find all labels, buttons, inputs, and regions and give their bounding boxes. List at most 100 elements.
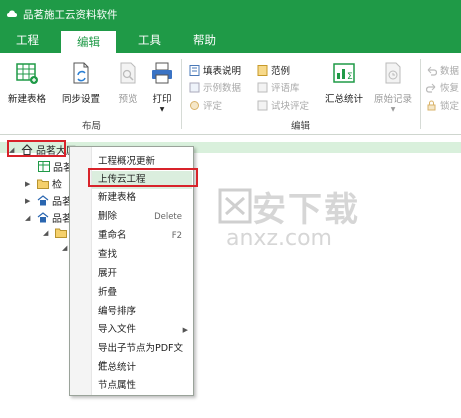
new-table-label: 新建表格 xyxy=(8,94,47,105)
window-title: 品茗施工云资料软件 xyxy=(23,8,118,21)
tree-node[interactable]: ▶ 品茗 xyxy=(25,193,72,208)
menu-shortcut: Delete xyxy=(154,212,182,222)
title-bar: 品茗施工云资料软件 xyxy=(0,0,461,28)
cloud-logo-icon xyxy=(6,8,18,20)
expand-arrow-icon[interactable]: ▶ xyxy=(25,197,33,205)
restore-button[interactable]: 恢复 xyxy=(425,80,460,94)
expand-arrow-icon[interactable]: ▶ xyxy=(25,180,33,188)
example-icon xyxy=(257,64,268,76)
preview-label: 预览 xyxy=(118,94,138,105)
document-icon xyxy=(189,64,200,76)
menu-item-node-properties[interactable]: 节点属性 xyxy=(92,377,192,395)
edit-group-label: 编辑 xyxy=(291,121,311,132)
evaluate-button[interactable]: 评定 xyxy=(189,98,222,112)
restore-label: 恢复 xyxy=(440,83,460,94)
menu-item-label: 查找 xyxy=(98,249,118,260)
sync-document-icon xyxy=(69,61,93,85)
specimen-evaluate-button[interactable]: 试块评定 xyxy=(257,98,309,112)
table-add-icon xyxy=(15,61,39,85)
menu-item-find[interactable]: 查找 xyxy=(92,246,192,264)
collapse-arrow-icon[interactable]: ◢ xyxy=(25,214,33,222)
menu-item-label: 重命名 xyxy=(98,230,127,241)
tab-project[interactable]: 工程 xyxy=(0,28,55,53)
original-records-label: 原始记录 xyxy=(374,94,413,105)
menu-item-delete[interactable]: 删除 Delete xyxy=(92,208,192,226)
fill-instructions-label: 填表说明 xyxy=(203,66,242,77)
summary-stats-button[interactable]: Σ 汇总统计 xyxy=(325,61,363,105)
tree-node[interactable]: 品茗 xyxy=(38,159,73,174)
tab-help[interactable]: 帮助 xyxy=(177,28,232,53)
tree-node[interactable]: ▶ 检 xyxy=(25,176,62,191)
data-label: 数据 xyxy=(440,66,460,77)
comment-library-icon xyxy=(257,82,268,93)
preview-icon xyxy=(116,61,140,85)
comment-library-label: 评语库 xyxy=(271,83,300,94)
print-button[interactable]: 打印 ▼ xyxy=(150,61,174,113)
svg-text:Σ: Σ xyxy=(347,72,353,82)
menu-item-label: 导入文件 xyxy=(98,324,137,335)
menu-item-label: 展开 xyxy=(98,268,118,279)
menu-item-label: 工程概况更新 xyxy=(98,156,156,167)
menu-item-export-pdf[interactable]: 导出子节点为PDF文件 xyxy=(92,340,192,372)
evaluate-label: 评定 xyxy=(203,101,223,112)
menu-item-rename[interactable]: 重命名 F2 xyxy=(92,227,192,245)
layout-group-label: 布局 xyxy=(82,121,102,132)
original-records-button[interactable]: 原始记录 ▼ xyxy=(374,61,412,113)
menu-item-label: 新建表格 xyxy=(98,192,137,203)
sample-data-label: 示例数据 xyxy=(203,83,242,94)
menu-item-label: 折叠 xyxy=(98,287,118,298)
menu-item-expand[interactable]: 展开 xyxy=(92,265,192,283)
sample-data-button[interactable]: 示例数据 xyxy=(189,80,241,94)
undo-icon xyxy=(426,65,438,76)
preview-button[interactable]: 预览 xyxy=(116,61,140,105)
submenu-arrow-icon: ▶ xyxy=(182,326,188,334)
menu-bar: 工程 编辑 工具 帮助 xyxy=(0,28,461,53)
specimen-evaluate-label: 试块评定 xyxy=(271,101,310,112)
upload-highlight-box xyxy=(88,168,198,187)
menu-item-label: 编号排序 xyxy=(98,306,137,317)
sample-data-icon xyxy=(189,82,200,93)
specimen-icon xyxy=(257,100,268,111)
tree-node-label: 检 xyxy=(52,180,62,191)
menu-shortcut: F2 xyxy=(171,231,182,241)
table-icon xyxy=(38,161,50,172)
tab-tools[interactable]: 工具 xyxy=(122,28,177,53)
tree-node[interactable]: ◢ xyxy=(43,227,70,238)
comment-library-button[interactable]: 评语库 xyxy=(257,80,300,94)
print-dropdown-icon[interactable]: ▼ xyxy=(160,106,165,113)
records-clock-icon xyxy=(381,61,405,85)
ribbon-divider xyxy=(181,59,182,129)
summary-chart-icon: Σ xyxy=(332,61,356,85)
printer-icon xyxy=(150,61,174,85)
building-icon xyxy=(37,195,49,206)
lock-icon xyxy=(426,100,437,111)
ribbon: 新建表格 同步设置 预览 打印 ▼ 布局 填表说明 示例数据 评定 范例 评语库… xyxy=(0,53,461,135)
tab-edit[interactable]: 编辑 xyxy=(61,31,116,53)
menu-item-label: 节点属性 xyxy=(98,380,137,391)
menu-item-label: 汇总统计 xyxy=(98,362,137,373)
redo-icon xyxy=(425,82,437,93)
records-dropdown-icon[interactable]: ▼ xyxy=(391,106,396,113)
collapse-arrow-icon[interactable]: ◢ xyxy=(43,229,51,237)
fill-instructions-button[interactable]: 填表说明 xyxy=(189,63,241,77)
sync-settings-button[interactable]: 同步设置 xyxy=(62,61,100,105)
lock-label: 锁定 xyxy=(440,101,460,112)
menu-item-collapse[interactable]: 折叠 xyxy=(92,284,192,302)
menu-item-import-file[interactable]: 导入文件 ▶ xyxy=(92,321,192,339)
example-button[interactable]: 范例 xyxy=(257,63,290,77)
tree-node[interactable]: ◢ 品茗 xyxy=(25,210,72,225)
menu-item-label: 删除 xyxy=(98,211,118,222)
lock-button[interactable]: 锁定 xyxy=(426,98,459,112)
evaluate-icon xyxy=(189,100,200,111)
menu-item-summary[interactable]: 汇总统计 xyxy=(92,359,192,377)
root-highlight-box xyxy=(7,140,66,157)
menu-item-sort-number[interactable]: 编号排序 xyxy=(92,303,192,321)
menu-item-new-table[interactable]: 新建表格 xyxy=(92,189,192,207)
folder-icon xyxy=(37,178,49,189)
data-button[interactable]: 数据 xyxy=(426,63,459,77)
building-icon xyxy=(37,212,49,223)
sync-settings-label: 同步设置 xyxy=(62,94,101,105)
ribbon-divider xyxy=(420,59,421,129)
example-label: 范例 xyxy=(271,66,291,77)
new-table-button[interactable]: 新建表格 xyxy=(8,61,46,105)
